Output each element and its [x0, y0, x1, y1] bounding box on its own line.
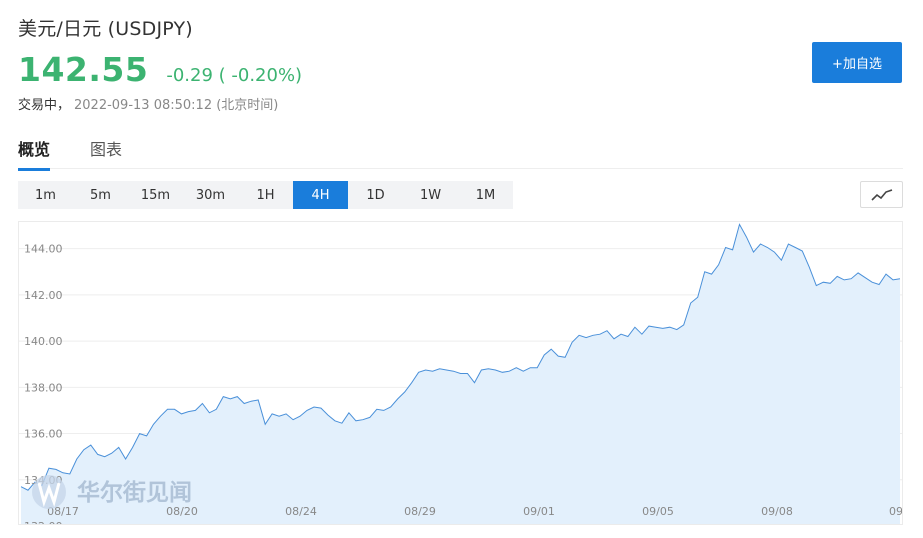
y-tick-label: 140.00 — [24, 335, 63, 348]
period-4h[interactable]: 4H — [293, 181, 348, 209]
timestamp: 2022-09-13 08:50:12 (北京时间) — [74, 98, 279, 113]
period-1w[interactable]: 1W — [403, 181, 458, 209]
period-1h[interactable]: 1H — [238, 181, 293, 209]
price-chart[interactable]: 132.00134.00136.00138.00140.00142.00144.… — [18, 221, 903, 525]
tab-chart[interactable]: 图表 — [90, 136, 122, 168]
y-tick-label: 136.00 — [24, 428, 63, 441]
x-tick-label: 08/20 — [166, 505, 198, 518]
period-15m[interactable]: 15m — [128, 181, 183, 209]
x-tick-label: 09/01 — [523, 505, 555, 518]
x-tick-label: 09/05 — [642, 505, 674, 518]
x-tick-label: 09/08 — [761, 505, 793, 518]
period-5m[interactable]: 5m — [73, 181, 128, 209]
tab-overview[interactable]: 概览 — [18, 136, 51, 171]
instrument-title: 美元/日元 (USDJPY) — [18, 18, 193, 40]
tab-bar: 概览 图表 — [18, 132, 903, 171]
x-tick-label: 08/24 — [285, 505, 317, 518]
chart-svg: 132.00134.00136.00138.00140.00142.00144.… — [19, 223, 902, 524]
price-row: 142.55 -0.29 ( -0.20%) — [18, 50, 302, 89]
x-tick-label: 08/29 — [404, 505, 436, 518]
y-tick-label: 142.00 — [24, 289, 63, 302]
period-30m[interactable]: 30m — [183, 181, 238, 209]
status-label: 交易中， — [18, 98, 71, 113]
add-to-watchlist-button[interactable]: +加自选 — [812, 42, 902, 83]
current-price: 142.55 — [18, 50, 149, 89]
y-tick-label: 138.00 — [24, 381, 63, 394]
price-change: -0.29 ( -0.20%) — [166, 65, 303, 86]
period-1mo[interactable]: 1M — [458, 181, 513, 209]
trading-status: 交易中， 2022-09-13 08:50:12 (北京时间) — [18, 94, 278, 113]
x-tick-label: 09/1 — [889, 505, 902, 518]
chart-type-button[interactable] — [860, 181, 903, 208]
period-1m[interactable]: 1m — [18, 181, 73, 209]
period-1d[interactable]: 1D — [348, 181, 403, 209]
y-tick-label: 132.00 — [24, 520, 63, 524]
period-selector: 1m 5m 15m 30m 1H 4H 1D 1W 1M — [18, 181, 513, 209]
watermark-text: 华尔街见闻 — [77, 479, 192, 506]
watermark-logo: 华尔街见闻 — [32, 475, 192, 509]
line-chart-icon — [870, 188, 892, 201]
y-tick-label: 144.00 — [24, 243, 63, 256]
